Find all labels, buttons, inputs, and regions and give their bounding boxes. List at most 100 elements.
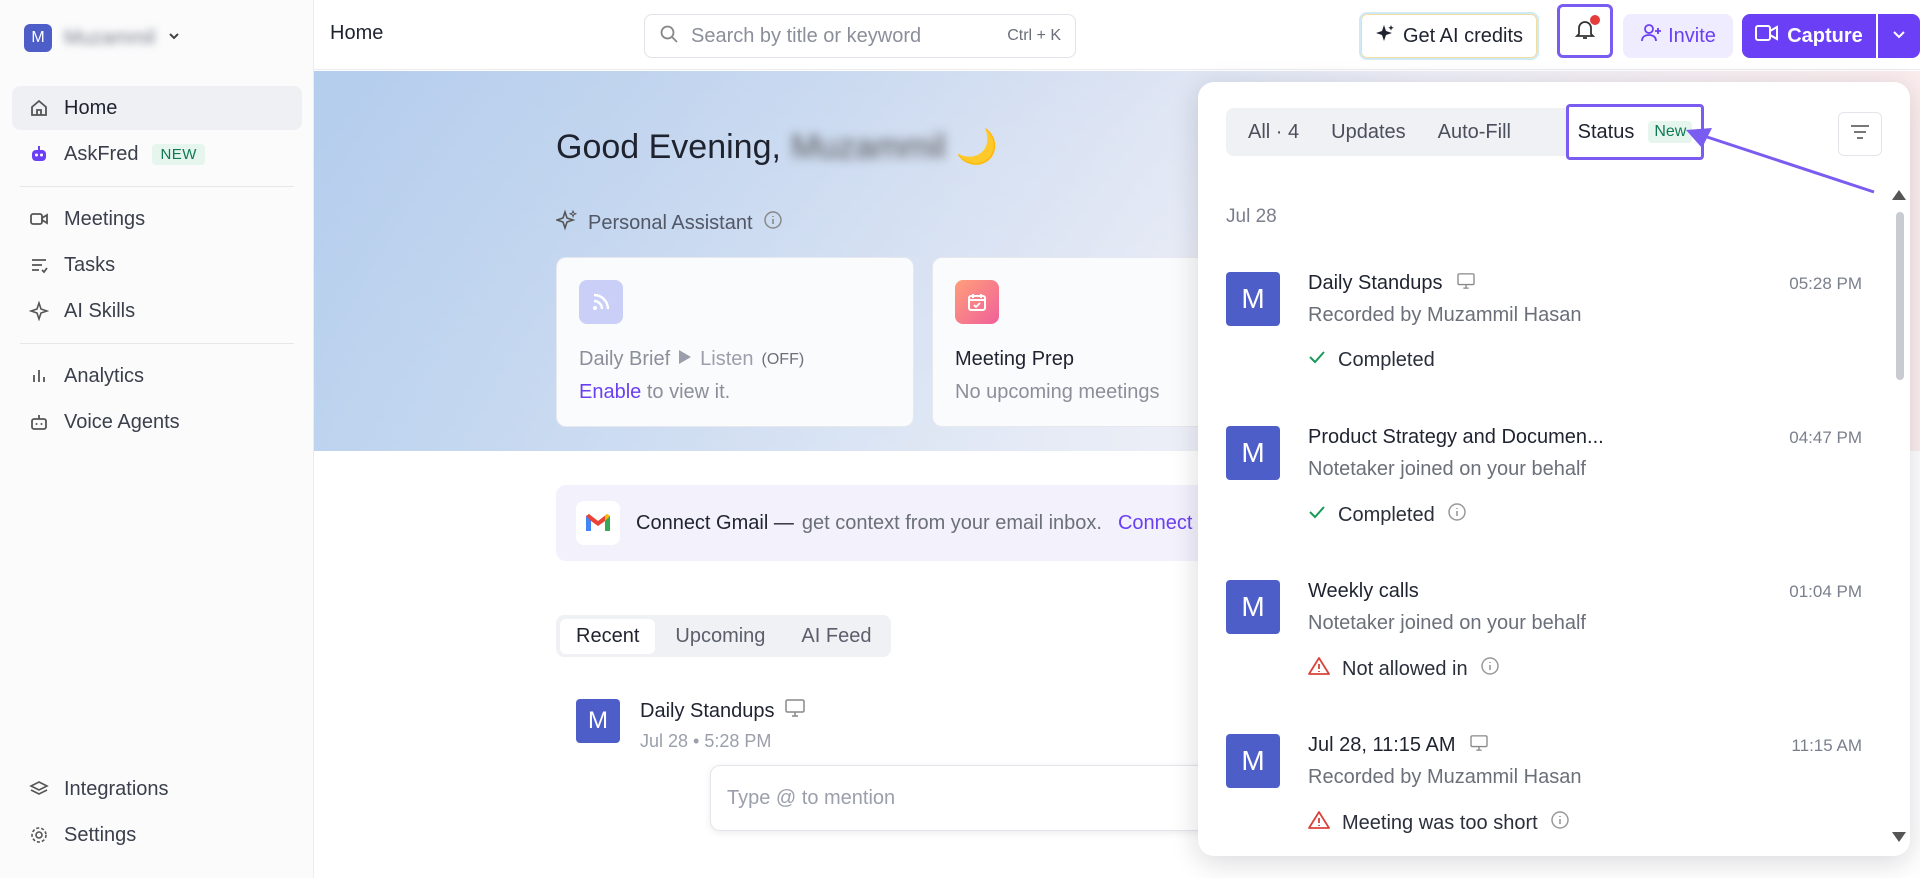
sidebar-item-label: AI Skills [64,299,136,322]
gmail-icon [576,501,620,545]
tab-all[interactable]: All · 4 [1234,113,1313,152]
notification-title: Product Strategy and Documen... [1308,426,1604,448]
avatar: M [1226,580,1280,634]
gmail-desc: get context from your email inbox. [801,511,1102,534]
notification-title: Weekly calls [1308,580,1419,602]
sidebar-item-integrations[interactable]: Integrations [12,767,302,811]
sidebar-item-home[interactable]: Home [12,86,302,130]
capture-button[interactable]: Capture [1742,14,1876,58]
sidebar-item-meetings[interactable]: Meetings [12,197,302,241]
tab-upcoming[interactable]: Upcoming [659,619,781,654]
sparkle-icon [554,209,578,237]
notification-time: 01:04 PM [1789,582,1862,601]
notification-time: 05:28 PM [1789,274,1862,293]
sidebar: M Muzammil Home AskFred NEW Meetings Tas… [0,0,314,878]
info-icon[interactable] [1550,810,1570,836]
monitor-icon [1469,734,1488,757]
listen-status: (OFF) [761,350,805,368]
notification-title: Daily Standups [1308,272,1443,294]
greeting-text: Good Evening, [556,127,781,166]
notification-tabs: All · 4 Updates Auto-Fill Status New [1226,104,1704,160]
workspace-switcher[interactable]: M Muzammil [24,24,181,52]
page-title: Home [330,22,384,44]
sidebar-item-label: AskFred [64,142,139,165]
sidebar-item-label: Settings [64,823,137,846]
play-icon[interactable] [678,348,692,371]
scroll-up-arrow[interactable] [1892,190,1906,200]
greeting: Good Evening, Muzammil 🌙 [556,127,998,167]
tab-updates[interactable]: Updates [1317,113,1420,152]
home-icon [28,97,50,119]
check-icon [1308,503,1326,527]
sidebar-item-analytics[interactable]: Analytics [12,354,302,398]
sidebar-item-askfred[interactable]: AskFred NEW [12,132,302,176]
avatar: M [1226,426,1280,480]
monitor-icon [1456,272,1475,295]
sidebar-item-settings[interactable]: Settings [12,813,302,857]
personal-assistant-label: Personal Assistant [554,209,783,237]
chevron-down-icon [1892,27,1906,46]
scroll-down-arrow[interactable] [1892,832,1906,842]
sidebar-item-label: Meetings [64,207,146,230]
info-icon[interactable] [763,210,783,236]
gmail-title: Connect Gmail — [636,511,794,534]
capture-label: Capture [1787,24,1863,47]
sidebar-item-voice-agents[interactable]: Voice Agents [12,400,302,444]
video-icon [28,208,50,230]
credits-label: Get AI credits [1402,24,1524,47]
info-icon[interactable] [1447,502,1467,528]
feed-tabs: Recent Upcoming AI Feed [556,615,892,657]
capture-dropdown-button[interactable] [1878,14,1920,58]
notification-dot [1590,15,1600,25]
notification-time: 04:47 PM [1789,428,1862,447]
sidebar-item-ai-skills[interactable]: AI Skills [12,289,302,333]
workspace-avatar: M [24,24,52,52]
workspace-name: Muzammil [64,26,156,49]
avatar: M [1226,272,1280,326]
date-header: Jul 28 [1226,206,1277,227]
meeting-meta: Jul 28 • 5:28 PM [640,731,772,751]
enable-link[interactable]: Enable [579,381,641,403]
divider [20,343,294,344]
daily-brief-card[interactable]: Daily Brief Listen (OFF) Enable to view … [556,257,914,427]
moon-icon: 🌙 [955,128,999,166]
sparkle-icon [28,300,50,322]
annotation-arrow [1686,128,1875,194]
sidebar-item-label: Analytics [64,364,145,387]
tab-recent[interactable]: Recent [560,618,656,654]
add-user-icon [1640,22,1662,50]
notification-subtitle: Notetaker joined on your behalf [1308,612,1586,634]
sparkle-icon [1375,23,1395,49]
search-icon [659,24,679,49]
tab-auto-fill[interactable]: Auto-Fill [1424,113,1525,152]
check-icon [1308,348,1326,372]
notification-subtitle: Recorded by Muzammil Hasan [1308,766,1582,788]
robot-icon [28,143,50,165]
avatar: M [576,699,620,743]
sidebar-item-label: Tasks [64,253,116,276]
meeting-title: Daily Standups [640,699,775,722]
sidebar-nav: Home AskFred NEW Meetings Tasks AI Skill… [12,86,302,446]
layers-icon [28,778,50,800]
notifications-button[interactable] [1557,4,1613,58]
rss-icon [579,280,623,324]
search-input[interactable]: Search by title or keyword Ctrl + K [644,14,1076,58]
status-warning: Meeting was too short [1308,810,1570,836]
invite-button[interactable]: Invite [1623,14,1733,58]
get-ai-credits-button[interactable]: Get AI credits [1359,12,1539,60]
tab-ai-feed[interactable]: AI Feed [785,619,887,654]
notification-subtitle: Notetaker joined on your behalf [1308,458,1586,480]
info-icon[interactable] [1480,656,1500,682]
new-badge: NEW [152,143,205,165]
status-completed: Completed [1308,348,1435,372]
connect-link[interactable]: Connect [1118,512,1193,535]
sidebar-bottom-nav: Integrations Settings [12,767,302,859]
search-placeholder: Search by title or keyword [691,24,922,47]
listen-label[interactable]: Listen [700,348,753,371]
bot-icon [28,411,50,433]
top-header: Home Search by title or keyword Ctrl + K… [314,0,1920,70]
scrollbar-thumb[interactable] [1896,212,1904,380]
sidebar-item-tasks[interactable]: Tasks [12,243,302,287]
recent-meeting-item[interactable]: M Daily Standups Jul 28 • 5:28 PM [576,699,805,752]
notification-time: 11:15 AM [1791,736,1862,755]
